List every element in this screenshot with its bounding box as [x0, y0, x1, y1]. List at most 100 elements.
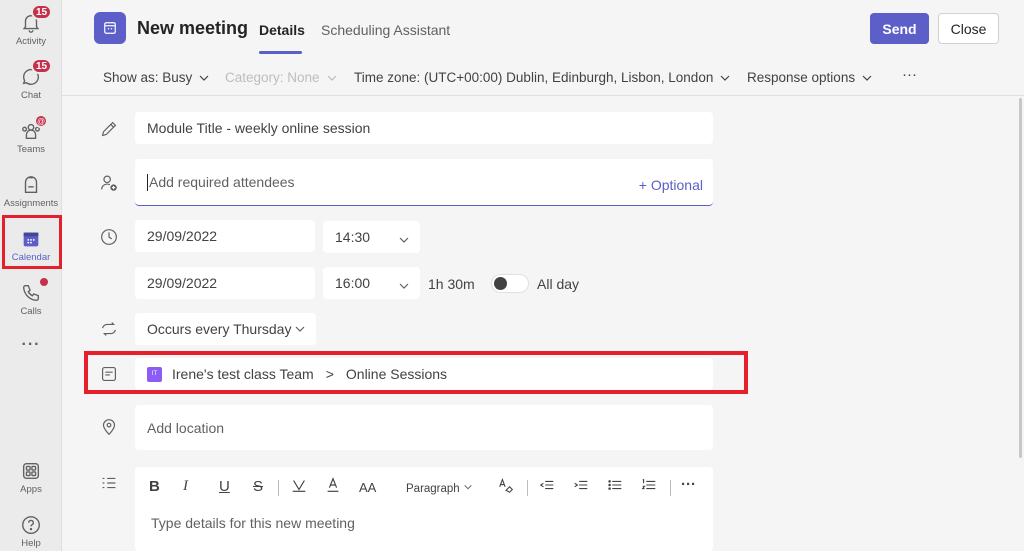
rail-label: Activity — [15, 36, 47, 47]
highlight-button[interactable] — [290, 476, 308, 498]
page-title: New meeting — [137, 18, 249, 38]
clear-format-button[interactable] — [497, 476, 515, 498]
start-date-input[interactable]: 29/09/2022 — [135, 220, 315, 252]
scrollbar-thumb[interactable] — [1019, 98, 1022, 458]
rail-apps[interactable]: Apps — [0, 452, 62, 504]
rail-help[interactable]: Help — [0, 506, 62, 551]
highlighter-icon — [292, 480, 306, 492]
meeting-details-editor[interactable]: B I U S AA Paragraph ··· Type details fo… — [135, 467, 713, 551]
rail-activity[interactable]: 15 Activity — [0, 4, 62, 56]
rail-teams[interactable]: @ Teams — [0, 112, 62, 164]
location-input[interactable]: Add location — [135, 405, 713, 450]
team-name: Irene's test class Team — [172, 366, 314, 382]
recurrence-dropdown[interactable]: Occurs every Thursday — [135, 313, 316, 345]
chevron-down-icon — [199, 75, 209, 81]
channel-picker[interactable]: IT Irene's test class Team > Online Sess… — [135, 358, 713, 390]
more-formatting-button[interactable]: ··· — [681, 476, 696, 493]
paragraph-label: Paragraph — [406, 483, 460, 495]
numbered-list-button[interactable] — [640, 476, 658, 498]
indent-icon — [574, 480, 588, 490]
list-icon — [98, 472, 120, 494]
end-time-dropdown[interactable]: 16:00 — [323, 267, 420, 299]
chat-badge: 15 — [31, 58, 53, 74]
response-options-label: Response options — [747, 70, 856, 85]
chevron-down-icon — [399, 237, 409, 243]
calls-dot — [40, 278, 48, 286]
team-avatar: IT — [147, 366, 162, 382]
send-button[interactable]: Send — [870, 13, 929, 44]
rail-label: Calls — [20, 306, 42, 317]
phone-icon — [20, 278, 48, 304]
rail-label: Calendar — [11, 252, 51, 263]
clock-icon — [98, 226, 120, 248]
decrease-indent-button[interactable] — [538, 476, 556, 498]
rail-more-button[interactable]: ··· — [0, 336, 62, 366]
chevron-down-icon — [862, 75, 872, 81]
strikethrough-button[interactable]: S — [253, 478, 263, 495]
attendees-placeholder: Add required attendees — [149, 174, 295, 190]
start-time-value: 14:30 — [335, 229, 371, 245]
calendar-icon — [20, 228, 42, 250]
chevron-down-icon — [327, 75, 336, 81]
help-icon — [20, 514, 42, 536]
time-zone-label: Time zone: (UTC+00:00) Dublin, Edinburgh… — [354, 70, 714, 85]
tab-details[interactable]: Details — [259, 22, 305, 38]
chevron-down-icon — [720, 75, 730, 81]
rail-label: Help — [21, 538, 41, 549]
bold-button[interactable]: B — [149, 478, 160, 495]
rail-calendar[interactable]: Calendar — [0, 220, 62, 272]
meeting-title-value: Module Title - weekly online session — [147, 120, 371, 136]
rail-chat[interactable]: 15 Chat — [0, 58, 62, 110]
font-color-button[interactable] — [324, 476, 342, 498]
details-placeholder[interactable]: Type details for this new meeting — [151, 515, 355, 531]
all-day-toggle[interactable] — [491, 274, 529, 293]
recurrence-value: Occurs every Thursday — [147, 321, 292, 337]
teams-badge: @ — [34, 114, 48, 128]
end-date-value: 29/09/2022 — [147, 275, 218, 291]
toolbar-divider — [278, 480, 279, 496]
apps-icon — [20, 460, 42, 482]
start-date-value: 29/09/2022 — [147, 228, 218, 244]
chevron-down-icon — [295, 326, 305, 332]
toolbar-divider — [527, 480, 528, 496]
category-label: Category: None — [225, 70, 320, 85]
optional-attendees-link[interactable]: + Optional — [639, 177, 703, 193]
underline-button[interactable]: U — [219, 478, 230, 495]
end-date-input[interactable]: 29/09/2022 — [135, 267, 315, 299]
close-button[interactable]: Close — [938, 13, 999, 44]
response-options-dropdown[interactable]: Response options — [747, 70, 873, 85]
rail-calls[interactable]: Calls — [0, 274, 62, 326]
rail-label: Assignments — [3, 198, 59, 209]
form-scrollbar[interactable] — [1017, 96, 1024, 551]
tab-scheduling-assistant[interactable]: Scheduling Assistant — [321, 22, 450, 38]
repeat-icon — [98, 318, 120, 340]
toolbar-divider — [670, 480, 671, 496]
duration-label: 1h 30m — [428, 276, 475, 292]
bulleted-list-button[interactable] — [606, 476, 624, 498]
rail-label: Chat — [20, 90, 42, 101]
italic-button[interactable]: I — [183, 478, 188, 495]
font-size-button[interactable]: AA — [359, 480, 376, 495]
time-zone-dropdown[interactable]: Time zone: (UTC+00:00) Dublin, Edinburgh… — [354, 70, 731, 85]
increase-indent-button[interactable] — [572, 476, 590, 498]
more-options-button[interactable]: ··· — [902, 66, 917, 83]
bullet-list-icon — [608, 480, 622, 490]
show-as-dropdown[interactable]: Show as: Busy — [103, 70, 210, 85]
numbered-list-icon — [641, 478, 656, 490]
add-person-icon — [98, 172, 120, 194]
teams-icon: @ — [20, 114, 48, 142]
backpack-icon — [20, 174, 42, 196]
meeting-title-input[interactable]: Module Title - weekly online session — [135, 112, 713, 144]
rail-label: Apps — [20, 484, 42, 495]
meeting-header: New meeting Details Scheduling Assistant… — [62, 0, 1024, 60]
category-dropdown[interactable]: Category: None — [225, 70, 338, 85]
meeting-options-bar: Show as: Busy Category: None Time zone: … — [62, 60, 1024, 96]
paragraph-dropdown[interactable]: Paragraph — [406, 482, 473, 495]
toggle-knob — [494, 277, 507, 290]
attendees-input[interactable]: Add required attendees + Optional — [135, 159, 713, 206]
clear-formatting-icon — [499, 478, 514, 493]
start-time-dropdown[interactable]: 14:30 — [323, 221, 420, 253]
rail-assignments[interactable]: Assignments — [0, 166, 62, 218]
location-placeholder: Add location — [147, 419, 225, 436]
activity-badge: 15 — [31, 4, 53, 20]
